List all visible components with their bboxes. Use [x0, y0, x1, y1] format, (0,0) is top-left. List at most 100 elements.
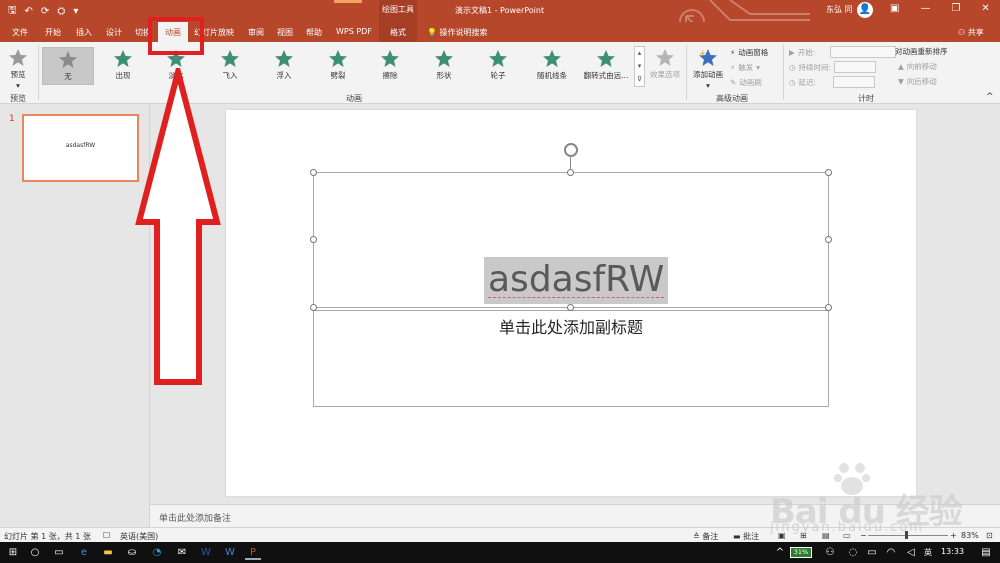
network-icon[interactable]: ◌	[845, 545, 861, 560]
animation-option-4[interactable]: 浮入	[258, 47, 310, 85]
move-later-label: 向后移动	[906, 77, 937, 86]
wps-icon[interactable]: W	[222, 545, 238, 560]
delay-input[interactable]	[833, 76, 876, 88]
notifications-icon[interactable]: ▤	[978, 545, 994, 560]
tab-file[interactable]: 文件	[12, 27, 28, 38]
gallery-more-icon[interactable]: ⊽	[635, 73, 644, 86]
window-controls: ▣ — ❐ ✕	[890, 3, 990, 14]
resize-handle[interactable]	[567, 169, 574, 176]
effect-options-icon	[656, 49, 674, 66]
move-earlier-button[interactable]: ▲ 向前移动	[898, 61, 937, 72]
animation-option-6[interactable]: 擦除	[364, 47, 416, 85]
word-icon[interactable]: W	[198, 545, 214, 560]
animation-option-10[interactable]: 翻转式由远...	[580, 47, 632, 85]
tab-insert[interactable]: 插入	[76, 27, 92, 38]
animation-option-label: 浮入	[276, 71, 292, 80]
scroll-down-icon[interactable]: ▾	[635, 60, 644, 73]
duration-label: 持续时间:	[798, 62, 832, 72]
spellcheck-icon[interactable]: ☐	[103, 531, 110, 540]
minimize-icon[interactable]: —	[920, 3, 930, 14]
tab-format[interactable]: 格式	[390, 27, 406, 38]
mail-icon[interactable]: ✉	[174, 545, 190, 560]
trigger-button[interactable]: ⚡ 触发 ▾	[730, 62, 760, 73]
preview-label: 预览	[10, 70, 26, 79]
tab-wps-pdf[interactable]: WPS PDF	[336, 27, 372, 36]
file-explorer-icon[interactable]: ▬	[100, 545, 116, 560]
customize-icon[interactable]: ⛭	[57, 6, 65, 17]
input-method[interactable]: 英	[924, 547, 932, 558]
resize-handle[interactable]	[310, 304, 317, 311]
battery-indicator[interactable]: 31%	[790, 547, 812, 558]
resize-handle[interactable]	[567, 304, 574, 311]
volume-icon[interactable]: ◁	[903, 545, 919, 560]
animation-option-9[interactable]: 随机线条	[526, 47, 578, 85]
group-label-advanced: 高级动画	[716, 94, 748, 103]
resize-handle[interactable]	[310, 169, 317, 176]
resize-handle[interactable]	[825, 169, 832, 176]
preview-button[interactable]: 预览 ▾	[6, 46, 30, 90]
close-icon[interactable]: ✕	[981, 3, 989, 14]
share-button[interactable]: ⚇ 共享	[958, 27, 984, 38]
animation-star-icon	[435, 50, 453, 67]
start-row: ▶ 开始:	[789, 46, 897, 58]
gallery-scroll[interactable]: ▴ ▾ ⊽	[634, 46, 645, 87]
powerpoint-icon[interactable]: P	[245, 545, 261, 560]
tab-review[interactable]: 审阅	[248, 27, 264, 38]
ribbon-display-icon[interactable]: ▣	[890, 3, 899, 14]
undo-icon[interactable]: ↶	[25, 6, 33, 17]
tell-me-search[interactable]: 💡 操作说明搜索	[427, 27, 488, 38]
add-animation-button[interactable]: + 添加动画 ▾	[690, 46, 726, 90]
tab-design[interactable]: 设计	[106, 27, 122, 38]
resize-handle[interactable]	[825, 236, 832, 243]
animation-option-7[interactable]: 形状	[418, 47, 470, 85]
effect-options-label: 效果选项	[650, 70, 680, 79]
start-select[interactable]	[830, 46, 897, 58]
battery-icon[interactable]: ▭	[864, 545, 880, 560]
animation-pane-button[interactable]: ⚡ 动画窗格	[730, 47, 768, 58]
edge-icon[interactable]: e	[76, 545, 92, 560]
resize-handle[interactable]	[310, 236, 317, 243]
store-icon[interactable]: ⛀	[124, 545, 140, 560]
notes-toggle[interactable]: ≙ 备注	[693, 531, 718, 542]
fit-slide-icon[interactable]: ⊡	[986, 531, 993, 540]
people-icon[interactable]: ⚇	[822, 545, 838, 560]
resize-handle[interactable]	[825, 304, 832, 311]
search-icon[interactable]: ○	[27, 545, 43, 560]
subtitle-text[interactable]: 单击此处添加副标题	[313, 314, 829, 338]
qat-dropdown-icon[interactable]: ▾	[73, 6, 78, 17]
document-title: 演示文稿1 - PowerPoint	[455, 6, 545, 15]
animation-option-5[interactable]: 劈裂	[312, 47, 364, 85]
animation-option-8[interactable]: 轮子	[472, 47, 524, 85]
slide-thumbnail[interactable]: asdasfRW	[22, 114, 139, 182]
comments-toggle[interactable]: ▬ 批注	[733, 531, 759, 542]
tab-help[interactable]: 帮助	[306, 27, 322, 38]
animation-painter-label: 动画刷	[739, 78, 762, 87]
redo-icon[interactable]: ⟳	[41, 6, 49, 17]
system-clock[interactable]: 13:33	[941, 547, 964, 556]
task-view-icon[interactable]: ▭	[51, 545, 67, 560]
avatar[interactable]: 👤	[857, 2, 873, 18]
baidu-watermark: Bai du 经验 jingyan.baidu.com	[770, 458, 985, 538]
duration-input[interactable]	[834, 61, 877, 73]
user-name[interactable]: 东弘 同	[826, 4, 853, 15]
rotate-handle-icon[interactable]	[564, 143, 578, 157]
tab-home[interactable]: 开始	[45, 27, 61, 38]
collapse-ribbon-icon[interactable]: ^	[986, 92, 994, 102]
effect-options-button[interactable]: 效果选项	[648, 46, 682, 80]
language[interactable]: 英语(美国)	[120, 531, 158, 542]
animation-option-0[interactable]: 无	[42, 47, 94, 85]
tab-view[interactable]: 视图	[277, 27, 293, 38]
save-icon[interactable]: 🖫	[8, 3, 17, 20]
windows-start-icon[interactable]: ⊞	[5, 545, 21, 560]
clock-app-icon[interactable]: ◔	[149, 545, 165, 560]
annotation-up-arrow-icon	[135, 68, 221, 385]
animation-painter-button[interactable]: ✎ 动画刷	[730, 77, 762, 88]
move-later-button[interactable]: ▼ 向后移动	[898, 76, 937, 87]
slide-info: 幻灯片 第 1 张，共 1 张	[4, 532, 91, 541]
animation-star-icon	[275, 50, 293, 67]
restore-icon[interactable]: ❐	[951, 3, 960, 14]
scroll-up-icon[interactable]: ▴	[635, 47, 644, 60]
tray-expand-icon[interactable]: ^	[772, 545, 788, 560]
wifi-icon[interactable]: ◠	[883, 545, 899, 560]
slide-title-text[interactable]: asdasfRW	[484, 257, 669, 304]
